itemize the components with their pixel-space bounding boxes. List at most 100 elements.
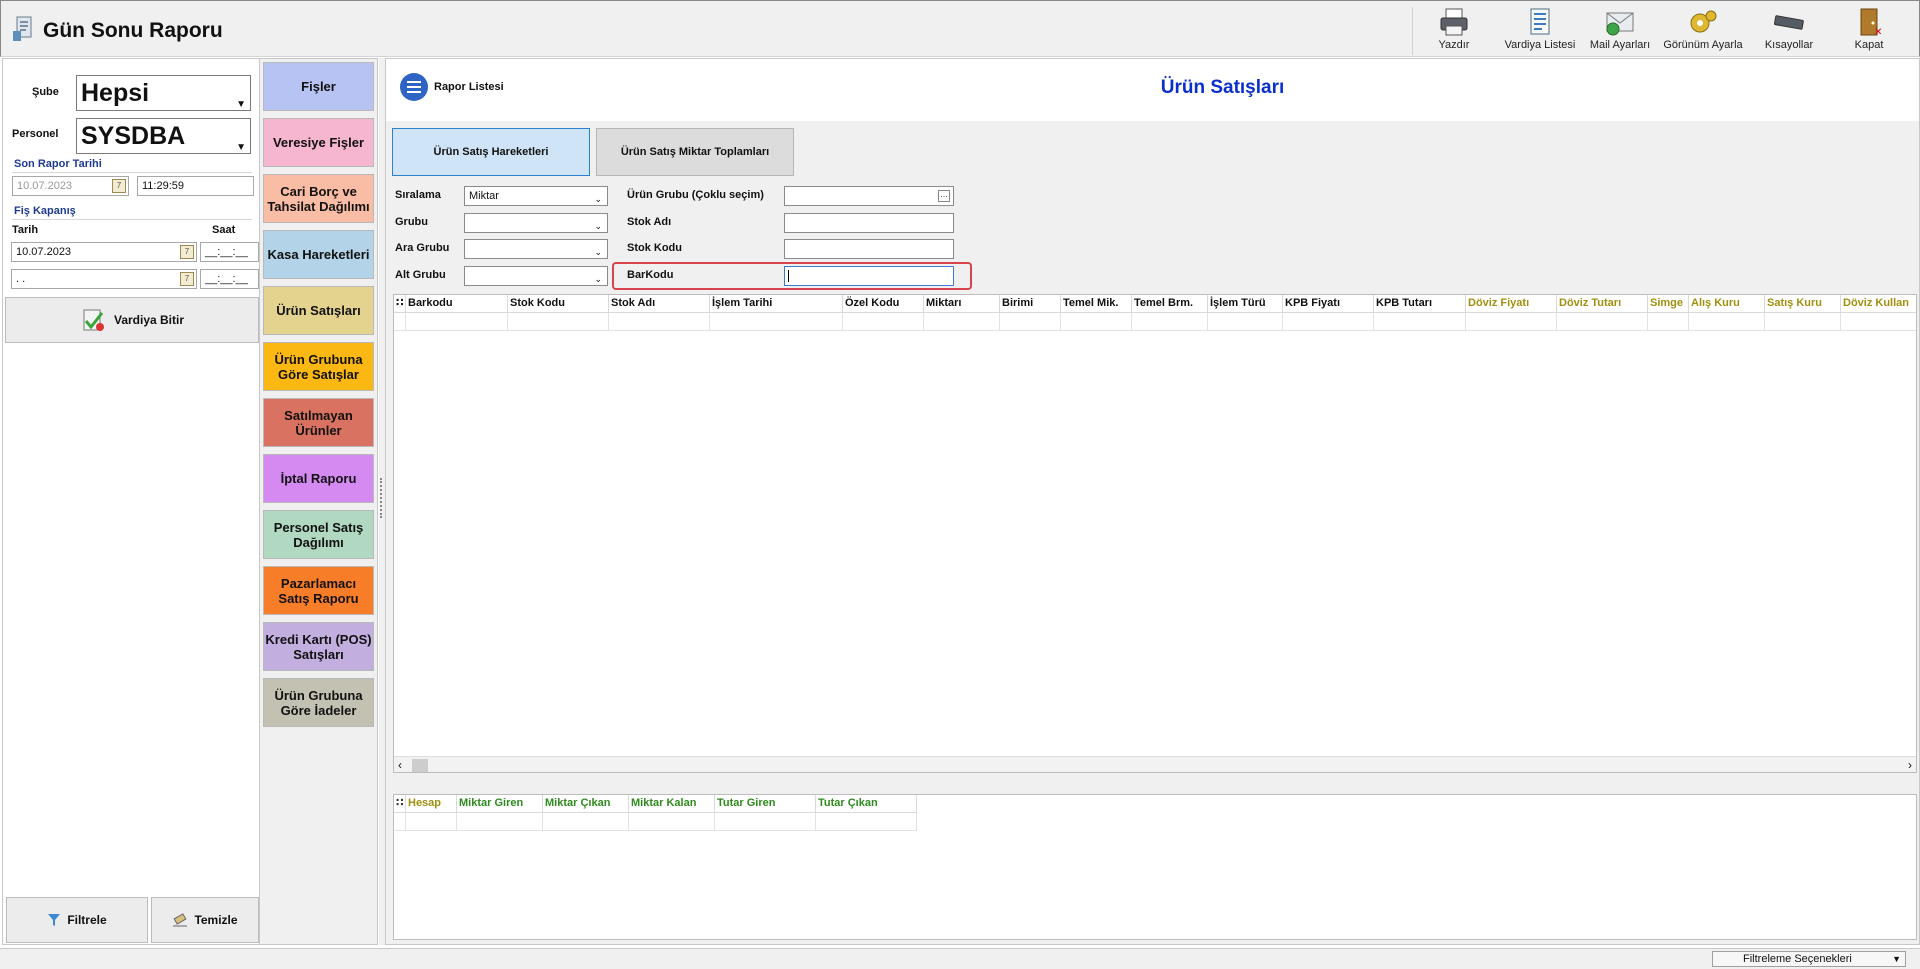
sub-group-select[interactable]: ⌄: [464, 239, 608, 259]
col-currency-amount[interactable]: Döviz Tutarı: [1557, 295, 1648, 313]
menu-returns-by-product-group[interactable]: Ürün Grubuna Göre İadeler: [263, 678, 374, 727]
col-use-currency[interactable]: Döviz Kullan: [1841, 295, 1916, 313]
summary-grid[interactable]: ∷ Hesap Miktar Giren Miktar Çıkan Miktar…: [393, 794, 1917, 940]
col-barcode[interactable]: Barkodu: [406, 295, 508, 313]
col-sell-rate[interactable]: Satış Kuru: [1765, 295, 1841, 313]
menu-sales-by-product-group[interactable]: Ürün Grubuna Göre Satışlar: [263, 342, 374, 391]
scrollbar-thumb[interactable]: [412, 759, 428, 772]
menu-product-sales[interactable]: Ürün Satışları: [263, 286, 374, 335]
menu-credit-card-sales[interactable]: Kredi Kartı (POS) Satışları: [263, 622, 374, 671]
grid-cell[interactable]: [1466, 313, 1557, 331]
col-quantity[interactable]: Miktarı: [924, 295, 1000, 313]
col-transaction-type[interactable]: İşlem Türü: [1208, 295, 1283, 313]
clear-button[interactable]: Temizle: [151, 897, 259, 943]
summary-cell[interactable]: [715, 813, 816, 831]
filter-options-dropdown[interactable]: Filtreleme Seçenekleri ▼: [1712, 951, 1906, 967]
grid-cell[interactable]: [1841, 313, 1916, 331]
menu-account-debt-distribution[interactable]: Cari Borç ve Tahsilat Dağılımı: [263, 174, 374, 223]
close-button[interactable]: ✕ Kapat: [1844, 5, 1894, 57]
stock-name-input[interactable]: [784, 213, 954, 233]
tab-product-sales-quantity-totals[interactable]: Ürün Satış Miktar Toplamları: [596, 128, 794, 176]
menu-personnel-sales-distribution[interactable]: Personel Satış Dağılımı: [263, 510, 374, 559]
grid-cell[interactable]: [710, 313, 843, 331]
scroll-left-icon[interactable]: ‹: [398, 758, 402, 772]
print-button[interactable]: Yazdır: [1426, 5, 1482, 57]
col-kpb-price[interactable]: KPB Fiyatı: [1283, 295, 1374, 313]
stock-code-input[interactable]: [784, 239, 954, 259]
personnel-select[interactable]: SYSDBA ▼: [76, 118, 251, 154]
col-stock-code[interactable]: Stok Kodu: [508, 295, 609, 313]
horizontal-scrollbar[interactable]: ‹ ›: [394, 756, 1916, 772]
personnel-label: Personel: [12, 128, 59, 140]
grid-cell[interactable]: [1132, 313, 1208, 331]
summary-cell[interactable]: [457, 813, 543, 831]
end-shift-button[interactable]: Vardiya Bitir: [5, 297, 259, 343]
grid-cell[interactable]: [406, 313, 508, 331]
menu-unsold-products[interactable]: Satılmayan Ürünler: [263, 398, 374, 447]
closing-date-input[interactable]: 10.07.2023 7: [11, 242, 197, 262]
col-stock-name[interactable]: Stok Adı: [609, 295, 710, 313]
ellipsis-icon[interactable]: …: [938, 190, 950, 202]
shift-list-button[interactable]: Vardiya Listesi: [1498, 5, 1582, 57]
col-quantity-out[interactable]: Miktar Çıkan: [543, 795, 629, 813]
col-unit[interactable]: Birimi: [1000, 295, 1061, 313]
grid-cell[interactable]: [1557, 313, 1648, 331]
menu-cash-movements[interactable]: Kasa Hareketleri: [263, 230, 374, 279]
mail-settings-button[interactable]: Mail Ayarları: [1588, 5, 1652, 57]
filter-button[interactable]: Filtrele: [6, 897, 148, 943]
summary-cell[interactable]: [406, 813, 457, 831]
summary-cell[interactable]: [629, 813, 715, 831]
tab-product-sales-movements[interactable]: Ürün Satış Hareketleri: [392, 128, 590, 176]
menu-credit-receipts[interactable]: Veresiye Fişler: [263, 118, 374, 167]
menu-cancellation-report[interactable]: İptal Raporu: [263, 454, 374, 503]
col-account[interactable]: Hesap: [406, 795, 457, 813]
sort-select[interactable]: Miktar ⌄: [464, 186, 608, 206]
col-base-unit[interactable]: Temel Brm.: [1132, 295, 1208, 313]
closing-time-input[interactable]: __:__:__: [200, 242, 259, 262]
menu-label: Cari Borç ve Tahsilat Dağılımı: [267, 183, 370, 214]
report-menu: Fişler Veresiye Fişler Cari Borç ve Tahs…: [259, 58, 378, 945]
col-kpb-amount[interactable]: KPB Tutarı: [1374, 295, 1466, 313]
shortcuts-button[interactable]: Kısayollar: [1758, 5, 1820, 57]
sales-grid[interactable]: ∷ Barkodu Stok Kodu Stok Adı İşlem Tarih…: [393, 294, 1917, 773]
grid-cell[interactable]: [1061, 313, 1132, 331]
calendar-icon[interactable]: 7: [180, 245, 194, 259]
summary-cell[interactable]: [543, 813, 629, 831]
menu-marketer-sales-report[interactable]: Pazarlamacı Satış Raporu: [263, 566, 374, 615]
group-select[interactable]: ⌄: [464, 213, 608, 233]
grid-cell[interactable]: [508, 313, 609, 331]
barcode-input[interactable]: [784, 266, 954, 286]
grid-cell[interactable]: [1283, 313, 1374, 331]
scroll-right-icon[interactable]: ›: [1908, 758, 1912, 772]
title-bar: Gün Sonu Raporu Yazdır Vardiya Listesi M…: [0, 0, 1920, 57]
grid-cell[interactable]: [609, 313, 710, 331]
grid-cell[interactable]: [1689, 313, 1765, 331]
closing-time2-input[interactable]: __:__:__: [200, 269, 259, 289]
branch-select[interactable]: Hepsi ▼: [76, 75, 251, 111]
summary-cell[interactable]: [816, 813, 917, 831]
col-currency-price[interactable]: Döviz Fiyatı: [1466, 295, 1557, 313]
col-symbol[interactable]: Simge: [1648, 295, 1689, 313]
menu-receipts[interactable]: Fişler: [263, 62, 374, 111]
col-amount-out[interactable]: Tutar Çıkan: [816, 795, 917, 813]
close-label: Kapat: [1854, 39, 1884, 51]
product-group-multi-input[interactable]: …: [784, 186, 954, 206]
grid-cell[interactable]: [924, 313, 1000, 331]
col-amount-in[interactable]: Tutar Giren: [715, 795, 816, 813]
lower-group-select[interactable]: ⌄: [464, 266, 608, 286]
calendar-icon[interactable]: 7: [180, 272, 194, 286]
grid-cell[interactable]: [1648, 313, 1689, 331]
grid-cell[interactable]: [1374, 313, 1466, 331]
grid-cell[interactable]: [1208, 313, 1283, 331]
col-special-code[interactable]: Özel Kodu: [843, 295, 924, 313]
col-buy-rate[interactable]: Alış Kuru: [1689, 295, 1765, 313]
col-transaction-date[interactable]: İşlem Tarihi: [710, 295, 843, 313]
col-quantity-in[interactable]: Miktar Giren: [457, 795, 543, 813]
closing-date2-input[interactable]: . . 7: [11, 269, 197, 289]
view-settings-button[interactable]: Görünüm Ayarla: [1661, 5, 1745, 57]
grid-cell[interactable]: [1765, 313, 1841, 331]
col-base-quantity[interactable]: Temel Mik.: [1061, 295, 1132, 313]
col-quantity-remaining[interactable]: Miktar Kalan: [629, 795, 715, 813]
grid-cell[interactable]: [843, 313, 924, 331]
grid-cell[interactable]: [1000, 313, 1061, 331]
